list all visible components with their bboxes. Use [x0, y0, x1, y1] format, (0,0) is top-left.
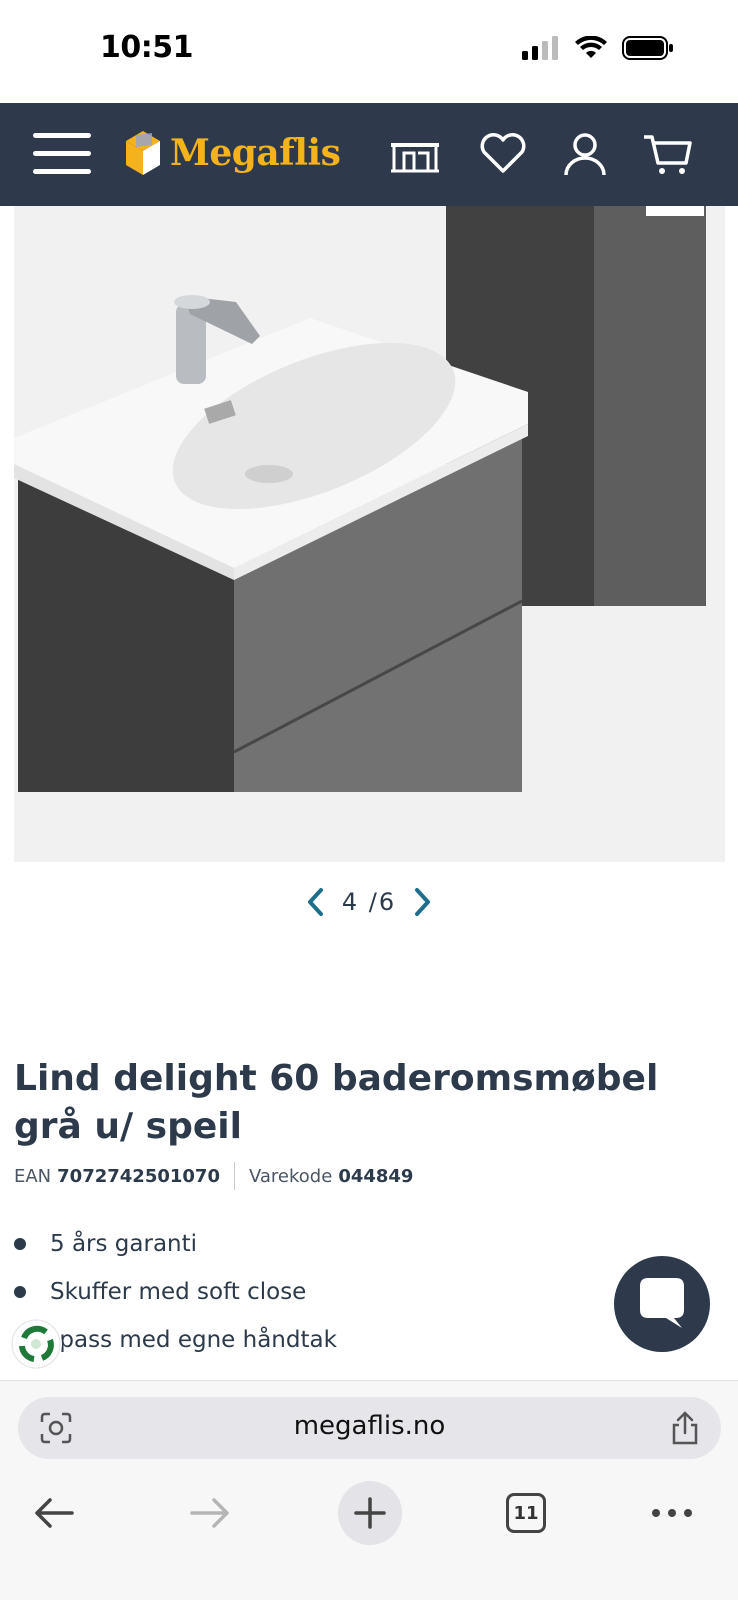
more-button[interactable] [640, 1481, 704, 1545]
chat-bubble-icon [640, 1278, 684, 1328]
bullet [14, 1238, 26, 1250]
feature-item: lpass med egne håndtak [53, 1327, 337, 1353]
feature-list: 5 års garanti Skuffer med soft close lpa… [14, 1220, 337, 1364]
heart-icon[interactable] [476, 131, 530, 177]
url-text: megaflis.no [293, 1411, 446, 1441]
product-image[interactable] [14, 206, 725, 862]
new-tab-button[interactable] [338, 1481, 402, 1545]
bullet [14, 1286, 26, 1298]
feature-item: 5 års garanti [14, 1220, 337, 1268]
address-bar[interactable]: megaflis.no [18, 1397, 721, 1459]
gallery-pagination: 4 /6 [0, 880, 738, 924]
gallery-counter: 4 /6 [342, 888, 396, 916]
chat-button[interactable] [614, 1256, 710, 1352]
tabs-icon: 11 [506, 1493, 546, 1533]
sku-label: Varekode [248, 1165, 333, 1187]
product-title: Lind delight 60 baderomsmøbel grå u/ spe… [14, 1058, 659, 1147]
ean-value: 7072742501070 [57, 1165, 220, 1187]
ean-label: EAN [14, 1165, 52, 1187]
chevron-left-icon[interactable] [304, 886, 328, 918]
back-button[interactable] [22, 1481, 86, 1545]
gallery-separator: / [368, 888, 379, 916]
logo-mark-icon [126, 131, 160, 175]
browser-toolbar: megaflis.no 11 [0, 1380, 738, 1600]
battery-icon [622, 36, 673, 60]
sku-value: 044849 [338, 1165, 414, 1187]
meta-divider [233, 1162, 235, 1190]
forward-button[interactable] [178, 1481, 242, 1545]
site-header: Megaflis [0, 103, 738, 206]
feature-item: Skuffer med soft close [14, 1268, 337, 1316]
status-time: 10:51 [100, 30, 194, 65]
more-dots-icon [652, 1509, 692, 1517]
logo[interactable]: Megaflis [124, 129, 341, 177]
tabs-button[interactable]: 11 [494, 1481, 558, 1545]
plus-icon [354, 1497, 386, 1529]
user-icon[interactable] [558, 131, 612, 177]
gallery-total: 6 [378, 888, 397, 916]
gallery-current: 4 [341, 888, 360, 916]
brand-name: Megaflis [170, 132, 341, 174]
share-icon[interactable] [669, 1409, 701, 1447]
product-meta: EAN 7072742501070 Varekode 044849 [14, 1162, 413, 1190]
arrow-right-icon [190, 1498, 229, 1528]
status-bar: 10:51 [0, 0, 738, 103]
cart-icon[interactable] [642, 131, 696, 177]
tabs-count: 11 [513, 1502, 539, 1524]
chevron-right-icon[interactable] [410, 886, 434, 918]
product-photo [14, 206, 725, 862]
arrow-left-icon [35, 1498, 74, 1528]
status-icons [522, 36, 674, 60]
recycle-badge-icon[interactable] [10, 1318, 62, 1370]
hamburger-menu-icon[interactable] [33, 133, 91, 175]
wifi-icon [575, 36, 607, 58]
signal-icon [522, 36, 558, 60]
store-icon[interactable] [388, 131, 442, 177]
